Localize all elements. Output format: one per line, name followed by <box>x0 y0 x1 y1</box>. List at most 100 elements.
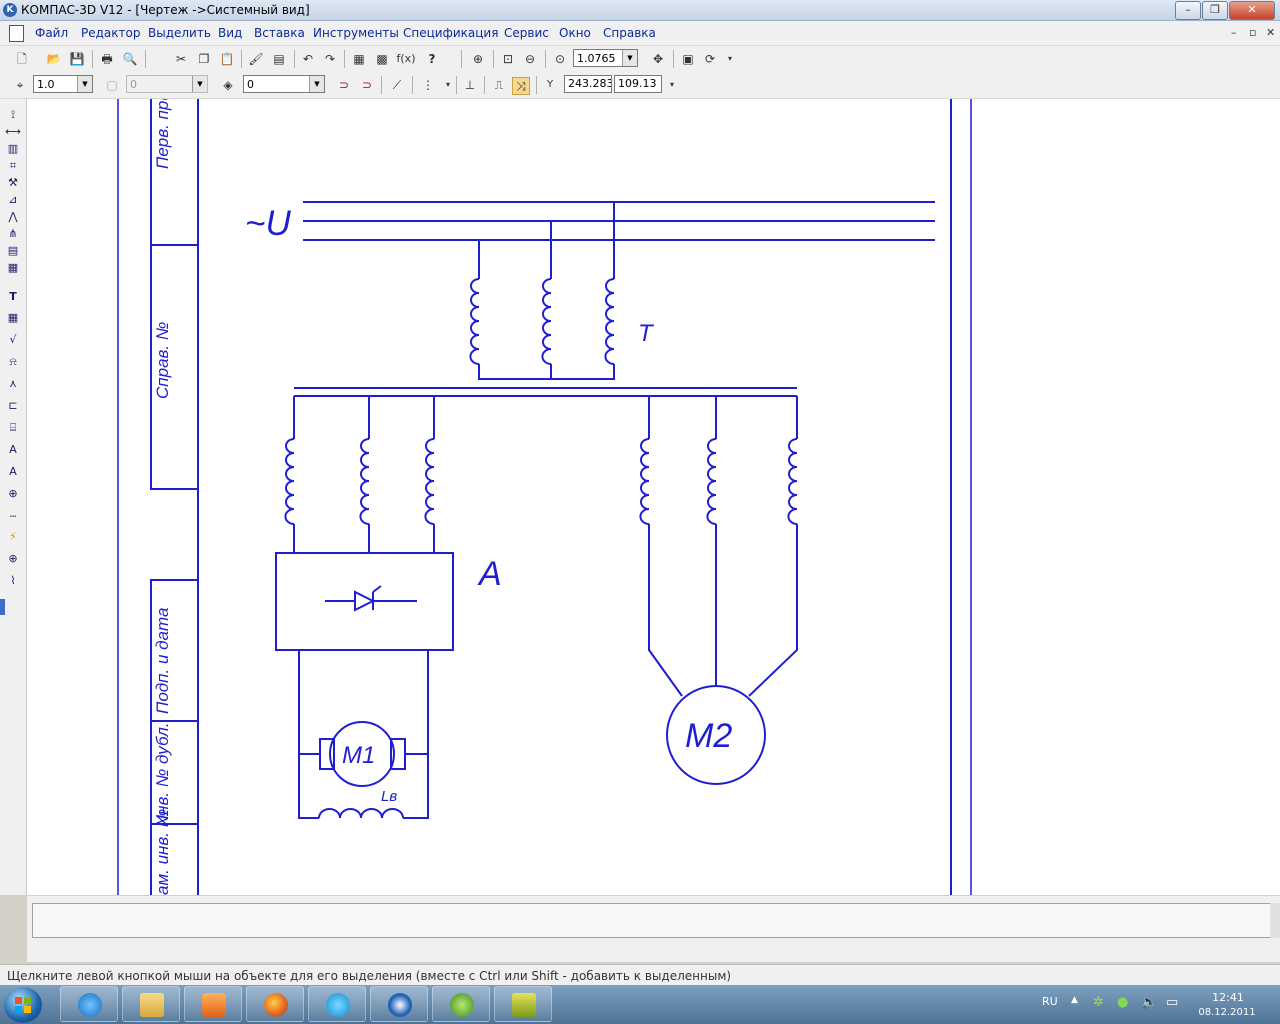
drawing-canvas[interactable]: Перв. примен. Справ. № Подп. и дата Инв.… <box>27 99 1280 895</box>
properties-icon[interactable]: ▤ <box>271 51 287 67</box>
edit-icon[interactable]: ⌗ <box>5 158 21 174</box>
spec-icon[interactable]: ▤ <box>5 243 21 259</box>
variables-button[interactable]: f(x) <box>396 51 416 67</box>
save-icon[interactable]: 💾 <box>69 51 85 67</box>
restore-button[interactable]: ❐ <box>1202 1 1228 20</box>
start-button[interactable] <box>4 987 42 1023</box>
tray-app-icon[interactable]: ✲ <box>1093 995 1104 1010</box>
taskbar-file-explorer[interactable] <box>122 986 180 1022</box>
menu-tools[interactable]: Инструменты <box>313 26 399 40</box>
rounding-mode-icon[interactable]: ⤨ <box>512 77 530 95</box>
taskbar-tool[interactable] <box>494 986 552 1022</box>
properties-box[interactable] <box>32 903 1272 938</box>
menu-editor[interactable]: Редактор <box>81 26 140 40</box>
paste-icon[interactable]: 📋 <box>219 51 235 67</box>
menu-help[interactable]: Справка <box>603 26 656 40</box>
dropdown-arrow-icon[interactable]: ▼ <box>622 50 637 66</box>
center-mark-icon[interactable]: ⊕ <box>5 551 21 567</box>
language-indicator[interactable]: RU <box>1042 995 1058 1008</box>
redraw-icon[interactable]: ⟳ <box>702 51 718 67</box>
show-hidden-icons-icon[interactable]: ▲ <box>1071 995 1078 1005</box>
roughness-icon[interactable]: √ <box>5 332 21 348</box>
geometry-icon[interactable]: ⟟ <box>5 107 21 123</box>
form-tolerance-icon[interactable]: ⊏ <box>5 398 21 414</box>
print-icon[interactable]: 🖶 <box>99 51 115 67</box>
document-icon[interactable] <box>9 25 24 42</box>
menu-select[interactable]: Выделить <box>148 26 211 40</box>
menu-service[interactable]: Сервис <box>504 26 549 40</box>
dropdown-arrow-icon[interactable]: ▼ <box>309 76 324 92</box>
axis-icon[interactable]: ⊕ <box>5 486 21 502</box>
zoom-scale-combo[interactable]: 1.0765 ▼ <box>573 49 638 67</box>
local-snap-icon[interactable]: ⊃ <box>359 77 375 93</box>
cut-icon[interactable]: ✂ <box>173 51 189 67</box>
clock-date[interactable]: 08.12.2011 <box>1196 1007 1258 1018</box>
marker-icon[interactable]: A <box>5 442 21 458</box>
base-icon[interactable]: ⋏ <box>5 376 21 392</box>
layer-icon[interactable]: ◈ <box>220 77 236 93</box>
properties-scrollbar[interactable] <box>1270 903 1280 938</box>
coordinate-y-field[interactable]: 109.13 <box>614 75 662 93</box>
view-arrow-icon[interactable]: A <box>5 464 21 480</box>
local-cs-icon[interactable]: ⊥ <box>462 77 478 93</box>
pan-icon[interactable]: ✥ <box>650 51 666 67</box>
text-icon[interactable]: T <box>5 289 21 305</box>
zoom-in-icon[interactable]: ⊕ <box>470 51 486 67</box>
toolbar-options-icon[interactable]: ▾ <box>722 51 738 67</box>
mdi-close-button[interactable]: ✕ <box>1266 26 1275 39</box>
orthogonal-icon[interactable]: ⟋ <box>389 77 405 93</box>
measure-icon[interactable]: ⊿ <box>5 192 21 208</box>
copy-icon[interactable]: ❐ <box>196 51 212 67</box>
step-cursor-icon[interactable]: ⌖ <box>12 77 28 93</box>
manager-icon[interactable]: ▦ <box>351 51 367 67</box>
network-icon[interactable]: ▭ <box>1166 995 1178 1010</box>
volume-icon[interactable]: 🔈 <box>1141 995 1157 1010</box>
coordinate-x-field[interactable]: 243.283 <box>564 75 612 93</box>
zoom-scale-icon[interactable]: ⊙ <box>552 51 568 67</box>
mdi-minimize-button[interactable]: – <box>1231 26 1237 39</box>
line-style-icon[interactable]: ┄ <box>5 509 21 525</box>
close-button[interactable]: ✕ <box>1229 1 1275 20</box>
dropdown-arrow-icon[interactable]: ▼ <box>77 76 92 92</box>
zoom-window-icon[interactable]: ⊡ <box>500 51 516 67</box>
taskbar-firefox[interactable] <box>246 986 304 1022</box>
table-icon[interactable]: ▦ <box>5 310 21 326</box>
orto-mode-icon[interactable]: ⎍ <box>491 77 507 93</box>
selection-icon[interactable]: ⋀ <box>5 209 21 225</box>
dimensions-icon[interactable]: ⟷ <box>5 124 21 140</box>
security-icon[interactable]: ● <box>1117 995 1128 1010</box>
cursor-step-combo[interactable]: 1.0 ▼ <box>33 75 93 93</box>
print-preview-icon[interactable]: 🔍 <box>122 51 138 67</box>
parametrization-icon[interactable]: ⚒ <box>5 175 21 191</box>
panel-tab-marker[interactable] <box>0 599 5 615</box>
menu-window[interactable]: Окно <box>559 26 591 40</box>
taskbar-media-player[interactable] <box>184 986 242 1022</box>
reports-icon[interactable]: ▦ <box>5 260 21 276</box>
layer-combo[interactable]: 0 ▼ <box>243 75 325 93</box>
format-brush-icon[interactable]: 🖌 <box>248 51 264 67</box>
clock-time[interactable]: 12:41 <box>1203 991 1253 1004</box>
menu-insert[interactable]: Вставка <box>254 26 305 40</box>
associative-views-icon[interactable]: ⋔ <box>5 226 21 242</box>
kompas-app-icon[interactable]: K <box>3 3 17 17</box>
mdi-restore-button[interactable]: ▫ <box>1249 26 1256 39</box>
new-document-icon[interactable]: 🗋 <box>14 51 30 67</box>
taskbar-torrent[interactable] <box>432 986 490 1022</box>
minimize-button[interactable]: – <box>1175 1 1201 20</box>
designations-icon[interactable]: ▥ <box>5 141 21 157</box>
undo-icon[interactable]: ↶ <box>300 51 316 67</box>
open-folder-icon[interactable]: 📂 <box>46 51 62 67</box>
menu-file[interactable]: Файл <box>35 26 68 40</box>
zoom-out-icon[interactable]: ⊖ <box>522 51 538 67</box>
grid-dropdown-icon[interactable]: ▾ <box>440 77 456 93</box>
taskbar-internet-explorer[interactable] <box>60 986 118 1022</box>
taskbar-kompas[interactable] <box>370 986 428 1022</box>
toolbar-options-icon[interactable]: ▾ <box>664 77 680 93</box>
menu-view[interactable]: Вид <box>218 26 242 40</box>
position-icon[interactable]: ⌸ <box>5 420 21 436</box>
library-icon[interactable]: ▩ <box>374 51 390 67</box>
lightning-icon[interactable]: ⚡ <box>5 529 21 545</box>
wave-line-icon[interactable]: ⌇ <box>5 573 21 589</box>
redo-icon[interactable]: ↷ <box>322 51 338 67</box>
context-help-button[interactable]: ? <box>424 51 440 67</box>
